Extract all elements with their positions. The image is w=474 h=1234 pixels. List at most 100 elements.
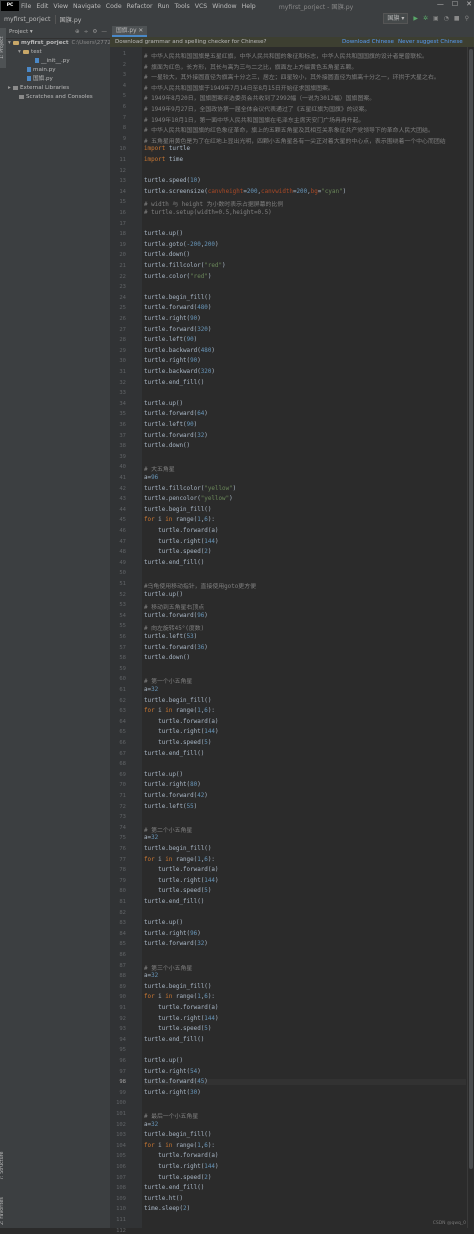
- code-line[interactable]: turtle.left(90): [144, 422, 197, 428]
- code-line[interactable]: turtle.end_fill(): [144, 1037, 204, 1043]
- stop-icon[interactable]: ■: [454, 15, 460, 22]
- code-line[interactable]: turtle.up(): [144, 401, 183, 407]
- code-line[interactable]: turtle.end_fill(): [144, 380, 204, 386]
- close-icon[interactable]: ✕: [466, 0, 472, 8]
- code-line[interactable]: # 第三个小五角星: [144, 963, 192, 972]
- code-line[interactable]: turtle.begin_fill(): [144, 1132, 211, 1138]
- code-line[interactable]: turtle.down(): [144, 443, 190, 449]
- code-line[interactable]: for i in range(1,6):: [144, 994, 215, 1000]
- search-icon[interactable]: ⚲: [465, 15, 469, 22]
- code-line[interactable]: turtle.right(80): [144, 782, 201, 788]
- code-line[interactable]: turtle.right(144): [144, 729, 218, 735]
- code-line[interactable]: turtle.left(53): [144, 634, 197, 640]
- add-icon[interactable]: ⊕: [75, 29, 80, 35]
- collapse-icon[interactable]: ÷: [84, 29, 89, 35]
- code-line[interactable]: turtle.speed(5): [144, 1026, 211, 1032]
- code-line[interactable]: for i in range(1,6):: [144, 1143, 215, 1149]
- menu-tools[interactable]: Tools: [174, 3, 189, 10]
- never-suggest-link[interactable]: Never suggest Chinese: [398, 37, 463, 47]
- tree-item[interactable]: main.py: [6, 66, 110, 75]
- editor-scrollbar[interactable]: [467, 47, 474, 1228]
- menu-run[interactable]: Run: [158, 3, 170, 10]
- run-icon[interactable]: ▶: [413, 15, 418, 22]
- code-line[interactable]: turtle.speed(5): [144, 740, 211, 746]
- code-line[interactable]: # 大五角星: [144, 464, 175, 473]
- tree-item[interactable]: __init__.py: [6, 57, 110, 66]
- code-line[interactable]: turtle.pencolor("yellow"): [144, 496, 233, 502]
- code-line[interactable]: # 第一个小五角星: [144, 676, 192, 685]
- code-line[interactable]: # 1949年10月1日，第一面中华人民共和国国旗在毛泽东主席天安门广场冉冉升起…: [144, 115, 364, 124]
- maximize-icon[interactable]: ☐: [452, 0, 458, 8]
- breadcrumb-project[interactable]: myfirst_porject: [4, 16, 51, 23]
- code-line[interactable]: turtle.end_fill(): [144, 899, 204, 905]
- tree-item[interactable]: ▾myfirst_porjectC:\Users\27725: [6, 39, 110, 48]
- tree-item[interactable]: 国旗.py: [6, 75, 110, 84]
- code-line[interactable]: # 中华人民共和国国旗的红色象征革命，旗上的五颗五角星及其相互关系象征共产党领导…: [144, 125, 434, 134]
- code-line[interactable]: turtle.begin_fill(): [144, 698, 211, 704]
- code-line[interactable]: turtle.up(): [144, 772, 183, 778]
- menu-code[interactable]: Code: [106, 3, 122, 10]
- code-line[interactable]: turtle.forward(42): [144, 793, 208, 799]
- code-line[interactable]: import time: [144, 157, 183, 163]
- code-line[interactable]: turtle.fillcolor("red"): [144, 263, 226, 269]
- code-line[interactable]: # 一星较大，其外接圆直径为旗高十分之三，居左；四星较小，其外接圆直径为旗高十分…: [144, 72, 440, 81]
- coverage-icon[interactable]: ▣: [433, 15, 439, 22]
- code-line[interactable]: turtle.up(): [144, 920, 183, 926]
- code-line[interactable]: turtle.forward(320): [144, 327, 211, 333]
- code-line[interactable]: #乌龟使用移动指针，直接使用goto更方便: [144, 581, 256, 590]
- code-line[interactable]: # turtle.setup(width=0.5,height=0.5): [144, 210, 272, 216]
- project-view-select[interactable]: Project ▾: [9, 29, 33, 35]
- code-line[interactable]: turtle.right(90): [144, 316, 201, 322]
- code-line[interactable]: turtle.forward(36): [144, 645, 208, 651]
- code-line[interactable]: turtle.speed(5): [144, 888, 211, 894]
- code-line[interactable]: turtle.forward(96): [144, 613, 208, 619]
- code-line[interactable]: turtle.left(90): [144, 337, 197, 343]
- code-line[interactable]: turtle.right(144): [144, 539, 218, 545]
- code-line[interactable]: turtle.end_fill(): [144, 1185, 204, 1191]
- code-line[interactable]: a=96: [144, 475, 158, 481]
- code-line[interactable]: turtle.fillcolor("yellow"): [144, 486, 236, 492]
- code-line[interactable]: # 五角星用黄色是为了在红地上显出光明，四颗小五角星各有一尖正对着大星的中心点，…: [144, 136, 446, 145]
- code-line[interactable]: import turtle: [144, 146, 190, 152]
- code-line[interactable]: turtle.right(144): [144, 1016, 218, 1022]
- scrollbar-thumb[interactable]: [469, 49, 473, 1169]
- code-line[interactable]: turtle.speed(2): [144, 1175, 211, 1181]
- code-line[interactable]: turtle.up(): [144, 231, 183, 237]
- code-line[interactable]: # 第二个小五角星: [144, 825, 192, 834]
- code-line[interactable]: a=32: [144, 687, 158, 693]
- code-line[interactable]: turtle.up(): [144, 592, 183, 598]
- code-line[interactable]: turtle.begin_fill(): [144, 984, 211, 990]
- code-line[interactable]: # 中华人民共和国国旗是五星红旗，中华人民共和国的象征和标志，中华人民共和国国旗…: [144, 51, 428, 60]
- menu-file[interactable]: File: [21, 3, 31, 10]
- code-line[interactable]: turtle.begin_fill(): [144, 846, 211, 852]
- code-line[interactable]: turtle.begin_fill(): [144, 295, 211, 301]
- code-line[interactable]: turtle.up(): [144, 1058, 183, 1064]
- tree-item[interactable]: ▾ test: [6, 48, 110, 57]
- code-line[interactable]: turtle.forward(a): [144, 528, 218, 534]
- menu-edit[interactable]: Edit: [36, 3, 48, 10]
- code-line[interactable]: turtle.backward(480): [144, 348, 215, 354]
- menu-help[interactable]: Help: [242, 3, 256, 10]
- code-line[interactable]: turtle.right(144): [144, 878, 218, 884]
- debug-icon[interactable]: ✲: [423, 15, 428, 22]
- code-line[interactable]: for i in range(1,6):: [144, 857, 215, 863]
- hide-icon[interactable]: —: [101, 29, 107, 35]
- code-line[interactable]: turtle.forward(32): [144, 433, 208, 439]
- code-line[interactable]: # 旗面为红色，长方形，其长与高为三与二之比，旗面左上方缀黄色五角星五颗。: [144, 62, 357, 71]
- code-line[interactable]: for i in range(1,6):: [144, 708, 215, 714]
- code-line[interactable]: turtle.forward(32): [144, 941, 208, 947]
- code-line[interactable]: turtle.speed(2): [144, 549, 211, 555]
- code-line[interactable]: turtle.forward(a): [144, 719, 218, 725]
- menu-refactor[interactable]: Refactor: [127, 3, 153, 10]
- code-line[interactable]: # 最后一个小五角星: [144, 1111, 198, 1120]
- menu-window[interactable]: Window: [212, 3, 236, 10]
- code-line[interactable]: turtle.right(96): [144, 931, 201, 937]
- tree-item[interactable]: ▸ External Libraries: [6, 84, 110, 93]
- code-line[interactable]: turtle.right(144): [144, 1164, 218, 1170]
- code-line[interactable]: turtle.right(90): [144, 358, 201, 364]
- code-line[interactable]: turtle.goto(-200,200): [144, 242, 218, 248]
- code-line[interactable]: # 中华人民共和国国旗于1949年7月14日至8月15日开始征求国旗图案。: [144, 83, 334, 92]
- code-line[interactable]: turtle.backward(320): [144, 369, 215, 375]
- breadcrumb-file[interactable]: 国旗.py: [54, 14, 81, 24]
- code-line[interactable]: turtle.down(): [144, 655, 190, 661]
